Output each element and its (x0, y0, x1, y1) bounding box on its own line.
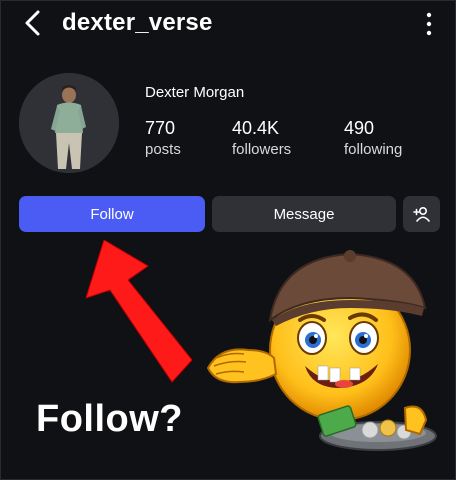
stat-label: posts (145, 141, 181, 158)
stat-followers[interactable]: 40.4K followers (232, 118, 291, 158)
begging-emoji (206, 250, 437, 451)
follow-button[interactable]: Follow (19, 196, 205, 232)
stat-value: 490 (344, 118, 375, 138)
stat-value: 40.4K (232, 118, 280, 138)
add-user-icon (412, 206, 430, 222)
chevron-left-icon[interactable] (22, 9, 44, 37)
stat-posts[interactable]: 770 posts (145, 118, 181, 158)
stat-following[interactable]: 490 following (344, 118, 402, 158)
stat-label: following (344, 141, 403, 158)
avatar-photo (19, 73, 119, 173)
profile-avatar[interactable] (19, 73, 119, 173)
stat-value: 770 (145, 118, 176, 138)
message-button[interactable]: Message (212, 196, 396, 232)
more-vertical-icon[interactable] (424, 12, 434, 36)
red-arrow-overlay (86, 240, 193, 383)
profile-username: dexter_verse (62, 9, 213, 36)
profile-display-name: Dexter Morgan (145, 84, 245, 101)
stat-label: followers (232, 141, 292, 158)
top-bar: dexter_verse (0, 0, 456, 46)
overlay-caption: Follow? (36, 398, 184, 440)
add-user-button[interactable] (403, 196, 440, 232)
